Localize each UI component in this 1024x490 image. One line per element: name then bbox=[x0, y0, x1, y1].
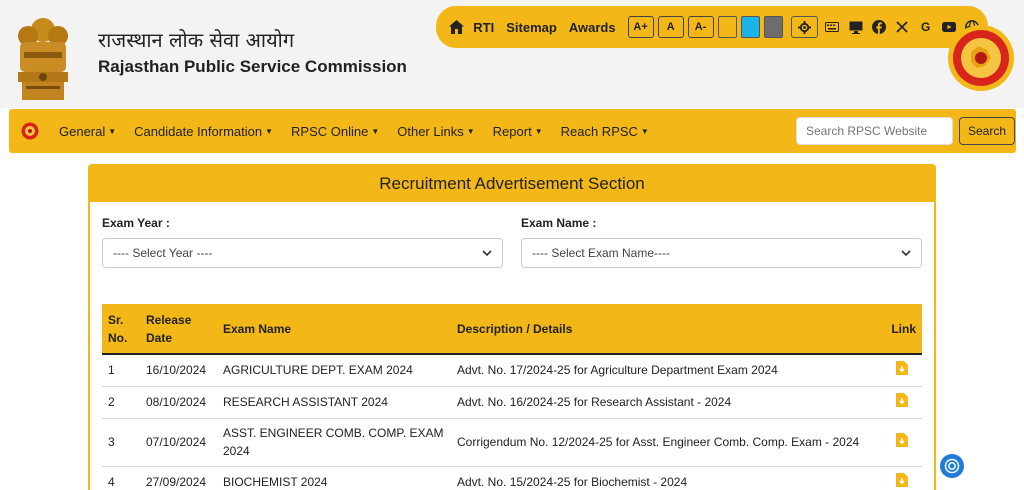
font-increase-button[interactable]: A+ bbox=[627, 16, 654, 38]
search-button[interactable]: Search bbox=[959, 117, 1015, 145]
caret-down-icon: ▼ bbox=[371, 126, 380, 136]
x-icon[interactable] bbox=[895, 19, 910, 35]
cell-date: 16/10/2024 bbox=[140, 354, 217, 387]
search-input[interactable] bbox=[796, 117, 953, 145]
download-file-icon[interactable] bbox=[896, 432, 908, 447]
site-header: राजस्थान लोक सेवा आयोग Rajasthan Public … bbox=[0, 0, 1024, 108]
gear-icon bbox=[798, 20, 812, 34]
facebook-icon[interactable] bbox=[871, 19, 886, 35]
cell-link bbox=[872, 354, 922, 387]
caret-down-icon: ▼ bbox=[108, 126, 117, 136]
accessibility-icon bbox=[944, 458, 960, 474]
font-normal-button[interactable]: A bbox=[657, 16, 684, 38]
cell-link bbox=[872, 418, 922, 467]
exam-year-label: Exam Year : bbox=[102, 216, 170, 230]
header-sr-no: Sr. No. bbox=[102, 304, 140, 355]
cell-exam: AGRICULTURE DEPT. EXAM 2024 bbox=[217, 354, 451, 387]
cell-sr: 3 bbox=[102, 418, 140, 467]
nav-candidate-information[interactable]: Candidate Information ▼ bbox=[134, 124, 273, 139]
cell-date: 27/09/2024 bbox=[140, 466, 217, 490]
keyboard-icon[interactable] bbox=[824, 19, 840, 35]
national-emblem-logo bbox=[18, 18, 68, 100]
font-decrease-button[interactable]: A- bbox=[687, 16, 714, 38]
table-row: 3 07/10/2024 ASST. ENGINEER COMB. COMP. … bbox=[102, 418, 922, 467]
main-navbar: General ▼ Candidate Information ▼ RPSC Onl… bbox=[9, 109, 1016, 153]
caret-down-icon: ▼ bbox=[534, 126, 543, 136]
monitor-icon[interactable] bbox=[848, 19, 863, 35]
exam-name-selected: ---- Select Exam Name---- bbox=[532, 246, 671, 260]
exam-name-select[interactable]: ---- Select Exam Name---- bbox=[521, 238, 922, 268]
caret-down-icon: ▼ bbox=[640, 126, 649, 136]
awards-link[interactable]: Awards bbox=[569, 20, 616, 35]
cell-date: 08/10/2024 bbox=[140, 386, 217, 419]
download-file-icon[interactable] bbox=[896, 360, 908, 375]
cell-desc: Advt. No. 16/2024-25 for Research Assist… bbox=[451, 386, 872, 419]
sitemap-link[interactable]: Sitemap bbox=[506, 20, 557, 35]
home-icon[interactable] bbox=[448, 18, 465, 36]
nav-other-links[interactable]: Other Links ▼ bbox=[397, 124, 474, 139]
cell-link bbox=[872, 466, 922, 490]
cell-desc: Advt. No. 17/2024-25 for Agriculture Dep… bbox=[451, 354, 872, 387]
settings-button[interactable] bbox=[791, 16, 819, 38]
header-description: Description / Details bbox=[451, 304, 872, 355]
cell-sr: 1 bbox=[102, 354, 140, 387]
site-title-hindi: राजस्थान लोक सेवा आयोग bbox=[98, 28, 295, 52]
chevron-down-icon bbox=[901, 250, 911, 257]
cell-exam: ASST. ENGINEER COMB. COMP. EXAM 2024 bbox=[217, 418, 451, 467]
exam-name-label: Exam Name : bbox=[521, 216, 597, 230]
cell-desc: Advt. No. 15/2024-25 for Biochemist - 20… bbox=[451, 466, 872, 490]
theme-gray-swatch[interactable] bbox=[764, 16, 784, 38]
site-title-english: Rajasthan Public Service Commission bbox=[98, 57, 407, 76]
panel-title: Recruitment Advertisement Section bbox=[90, 166, 934, 202]
cell-date: 07/10/2024 bbox=[140, 418, 217, 467]
nav-reach-rpsc[interactable]: Reach RPSC ▼ bbox=[561, 124, 649, 139]
header-link: Link bbox=[872, 304, 922, 355]
header-release-date: Release Date bbox=[140, 304, 217, 355]
chevron-down-icon bbox=[482, 250, 492, 257]
nav-report[interactable]: Report ▼ bbox=[493, 124, 543, 139]
table-row: 2 08/10/2024 RESEARCH ASSISTANT 2024 Adv… bbox=[102, 386, 922, 419]
cell-exam: RESEARCH ASSISTANT 2024 bbox=[217, 386, 451, 419]
nav-rpsc-online[interactable]: RPSC Online ▼ bbox=[291, 124, 379, 139]
google-icon[interactable]: G bbox=[918, 19, 933, 35]
rti-link[interactable]: RTI bbox=[473, 20, 494, 35]
rpsc-nav-logo[interactable] bbox=[21, 122, 39, 140]
recruitment-panel: Recruitment Advertisement Section Exam Y… bbox=[88, 164, 936, 490]
exam-year-selected: ---- Select Year ---- bbox=[113, 246, 213, 260]
exam-year-select[interactable]: ---- Select Year ---- bbox=[102, 238, 503, 268]
table-header-row: Sr. No. Release Date Exam Name Descripti… bbox=[102, 304, 922, 355]
theme-yellow-swatch[interactable] bbox=[717, 16, 737, 38]
cell-sr: 2 bbox=[102, 386, 140, 419]
cell-exam: BIOCHEMIST 2024 bbox=[217, 466, 451, 490]
header-exam-name: Exam Name bbox=[217, 304, 451, 355]
download-file-icon[interactable] bbox=[896, 392, 908, 407]
nav-general[interactable]: General ▼ bbox=[59, 124, 116, 139]
table-row: 1 16/10/2024 AGRICULTURE DEPT. EXAM 2024… bbox=[102, 354, 922, 387]
utility-toolbar: RTI Sitemap Awards A+ A A- G bbox=[436, 6, 988, 48]
rpsc-seal-logo bbox=[948, 25, 1014, 91]
cell-desc: Corrigendum No. 12/2024-25 for Asst. Eng… bbox=[451, 418, 872, 467]
accessibility-widget-button[interactable] bbox=[940, 454, 964, 478]
caret-down-icon: ▼ bbox=[265, 126, 274, 136]
advertisement-table: Sr. No. Release Date Exam Name Descripti… bbox=[102, 304, 922, 490]
download-file-icon[interactable] bbox=[896, 472, 908, 487]
cell-sr: 4 bbox=[102, 466, 140, 490]
cell-link bbox=[872, 386, 922, 419]
theme-blue-swatch[interactable] bbox=[740, 16, 761, 38]
table-row: 4 27/09/2024 BIOCHEMIST 2024 Advt. No. 1… bbox=[102, 466, 922, 490]
caret-down-icon: ▼ bbox=[466, 126, 475, 136]
